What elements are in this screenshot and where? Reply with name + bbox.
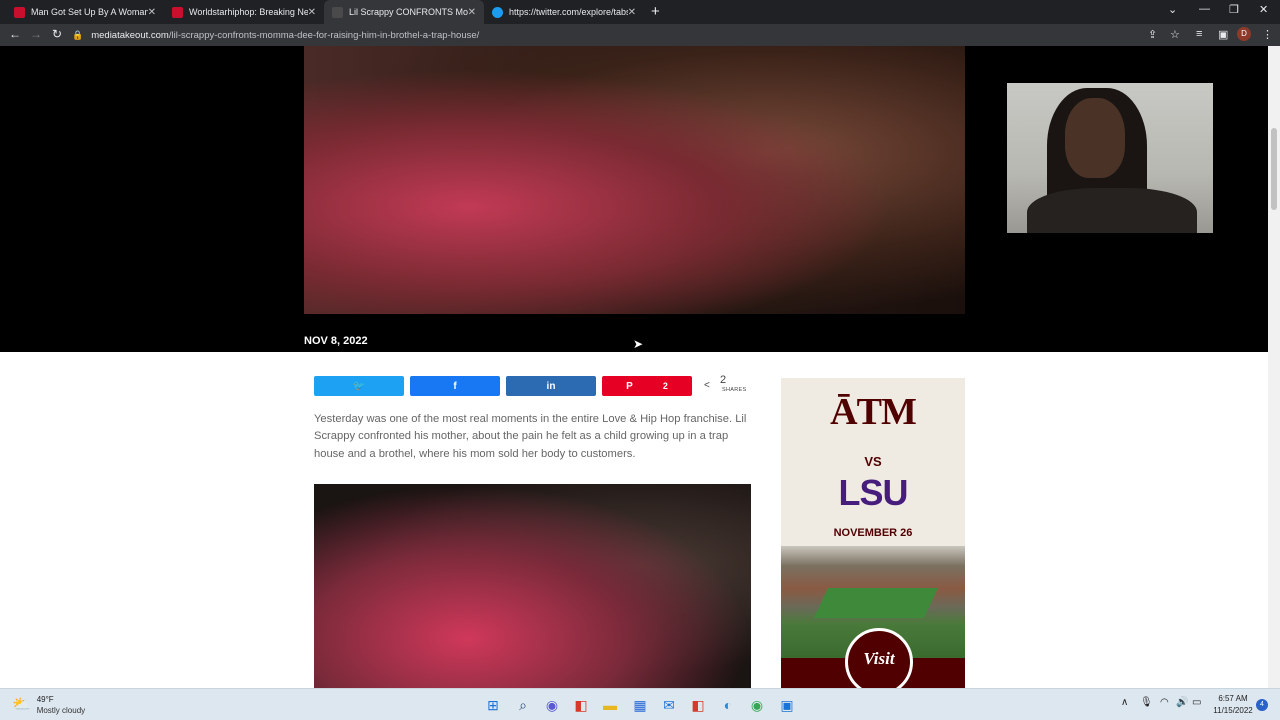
sidebar-ad[interactable]: ĀTM VS LSU NOVEMBER 26 Visit — [781, 378, 965, 688]
back-icon[interactable]: ← — [9, 27, 21, 41]
weather-condition: Mostly cloudy — [36, 706, 86, 715]
start-button-icon[interactable]: ⊞ — [484, 696, 502, 714]
battery-icon[interactable]: ▭ — [1192, 697, 1201, 708]
ad-vs-text: VS — [864, 454, 882, 469]
article-image — [314, 484, 751, 688]
browser-toolbar: ← → ↻ 🔒 mediatakeout.com /lil-scrappy-co… — [0, 24, 1280, 46]
close-icon[interactable]: ✕ — [628, 7, 636, 18]
maximize-icon[interactable]: ❐ — [1229, 3, 1239, 16]
tab-title: Worldstarhiphop: Breaking News — [189, 7, 308, 17]
edge-icon[interactable]: ◐ — [719, 696, 737, 714]
clock-time: 6:57 AM — [1218, 694, 1248, 703]
weather-widget[interactable]: ⛅ 49°F Mostly cloudy — [12, 695, 85, 715]
windows-taskbar: ⛅ 49°F Mostly cloudy ⊞ ⌕ ◉ ◧ ▬ ▦ ✉ ◧ ◐ ◉… — [0, 688, 1280, 720]
office-icon[interactable]: ◧ — [572, 696, 590, 714]
tab-favicon — [14, 6, 25, 18]
twitter-share-button[interactable]: 🐦 — [314, 376, 404, 396]
new-tab-button[interactable]: + — [651, 3, 660, 20]
atm-logo: ĀTM — [830, 391, 917, 433]
lsu-logo: LSU — [838, 472, 909, 513]
microphone-icon[interactable]: 🎙 — [1140, 697, 1153, 708]
bookmark-star-icon[interactable]: ☆ — [1170, 28, 1180, 41]
volume-icon[interactable]: 🔊 — [1176, 697, 1188, 708]
tab-favicon — [492, 6, 503, 18]
url-path: /lil-scrappy-confronts-momma-dee-for-rai… — [168, 29, 480, 41]
share-network-icon: < — [704, 380, 710, 391]
clock-date: 11/15/2022 — [1213, 706, 1253, 715]
college-station-visit-seal: Visit — [845, 628, 913, 688]
profile-avatar[interactable]: D — [1237, 27, 1251, 41]
reload-icon[interactable]: ↻ — [52, 27, 62, 41]
facebook-icon: f — [453, 380, 457, 392]
minimize-icon[interactable]: — — [1199, 3, 1210, 15]
tray-overflow-icon[interactable]: ∧ — [1121, 697, 1128, 708]
tab-4[interactable]: https://twitter.com/explore/tabs ✕ — [484, 0, 644, 24]
tab-title: https://twitter.com/explore/tabs — [509, 7, 628, 17]
tab-1[interactable]: Man Got Set Up By A Woman On ✕ — [6, 0, 164, 24]
close-icon[interactable]: ✕ — [148, 7, 156, 18]
page-scrollbar[interactable] — [1268, 46, 1280, 688]
close-icon[interactable]: ✕ — [468, 7, 476, 18]
office-app-icon[interactable]: ◧ — [689, 696, 707, 714]
total-shares-count: 2 — [720, 374, 727, 386]
hero-section: NOV 8, 2022 — [0, 46, 1268, 352]
mail-icon[interactable]: ✉ — [660, 696, 678, 714]
linkedin-icon: in — [546, 380, 556, 392]
ad-game-date: NOVEMBER 26 — [833, 527, 913, 539]
pinterest-share-button[interactable]: P 2 — [602, 376, 692, 396]
file-explorer-icon[interactable]: ▬ — [601, 696, 619, 714]
tab-favicon — [172, 6, 183, 18]
window-close-icon[interactable]: ✕ — [1259, 3, 1268, 16]
tab-strip: Man Got Set Up By A Woman On ✕ Worldstar… — [0, 0, 1280, 24]
pinterest-icon: P — [626, 380, 633, 392]
seal-text: Visit — [863, 649, 895, 668]
media-controls-icon[interactable]: ≡ — [1196, 28, 1202, 40]
webpage: NOV 8, 2022 🐦 f in P 2 < 2 SHARES Yester… — [0, 46, 1268, 688]
menu-kebab-icon[interactable]: ⋮ — [1262, 28, 1273, 41]
close-icon[interactable]: ✕ — [308, 7, 316, 18]
tab-3[interactable]: Lil Scrappy CONFRONTS Momma ✕ — [324, 0, 484, 24]
scrollbar-thumb[interactable] — [1271, 128, 1277, 210]
forward-icon[interactable]: → — [30, 27, 42, 41]
url-host: mediatakeout.com — [91, 29, 169, 41]
total-shares: < 2 SHARES — [704, 374, 746, 393]
address-bar[interactable]: 🔒 mediatakeout.com /lil-scrappy-confront… — [72, 26, 1162, 44]
search-icon[interactable]: ⌕ — [514, 696, 532, 714]
share-icon[interactable]: ⇪ — [1148, 28, 1157, 41]
tab-2[interactable]: Worldstarhiphop: Breaking News ✕ — [164, 0, 324, 24]
lock-icon: 🔒 — [72, 29, 84, 40]
webcam-figure-face — [1065, 98, 1125, 178]
system-clock[interactable]: 6:57 AM 11/15/2022 — [1211, 693, 1255, 717]
pinterest-share-count: 2 — [662, 381, 668, 391]
tab-favicon — [332, 6, 343, 18]
side-panel-icon[interactable]: ▣ — [1218, 28, 1228, 41]
wifi-icon[interactable]: ◠ — [1160, 697, 1169, 708]
total-shares-label: SHARES — [722, 387, 747, 393]
linkedin-share-button[interactable]: in — [506, 376, 596, 396]
stadium-field — [814, 588, 938, 618]
weather-temp: 49°F — [36, 695, 54, 704]
notification-badge[interactable]: 4 — [1256, 699, 1268, 711]
webcam-overlay — [1007, 83, 1213, 233]
facebook-share-button[interactable]: f — [410, 376, 500, 396]
article-date: NOV 8, 2022 — [304, 335, 368, 347]
tab-title: Lil Scrappy CONFRONTS Momma — [349, 7, 468, 17]
tab-search-icon[interactable]: ⌄ — [1168, 3, 1177, 16]
app-icon[interactable]: ▣ — [778, 696, 796, 714]
hero-image — [304, 46, 965, 314]
chat-icon[interactable]: ◉ — [543, 696, 561, 714]
partly-cloudy-icon: ⛅ — [12, 696, 31, 713]
chrome-icon[interactable]: ◉ — [748, 696, 766, 714]
mouse-cursor-icon: ➤ — [633, 337, 644, 351]
tab-title: Man Got Set Up By A Woman On — [31, 7, 148, 17]
twitter-icon: 🐦 — [352, 380, 366, 392]
store-icon[interactable]: ▦ — [631, 696, 649, 714]
webcam-figure-body — [1027, 188, 1197, 233]
article-body: Yesterday was one of the most real momen… — [314, 413, 747, 460]
